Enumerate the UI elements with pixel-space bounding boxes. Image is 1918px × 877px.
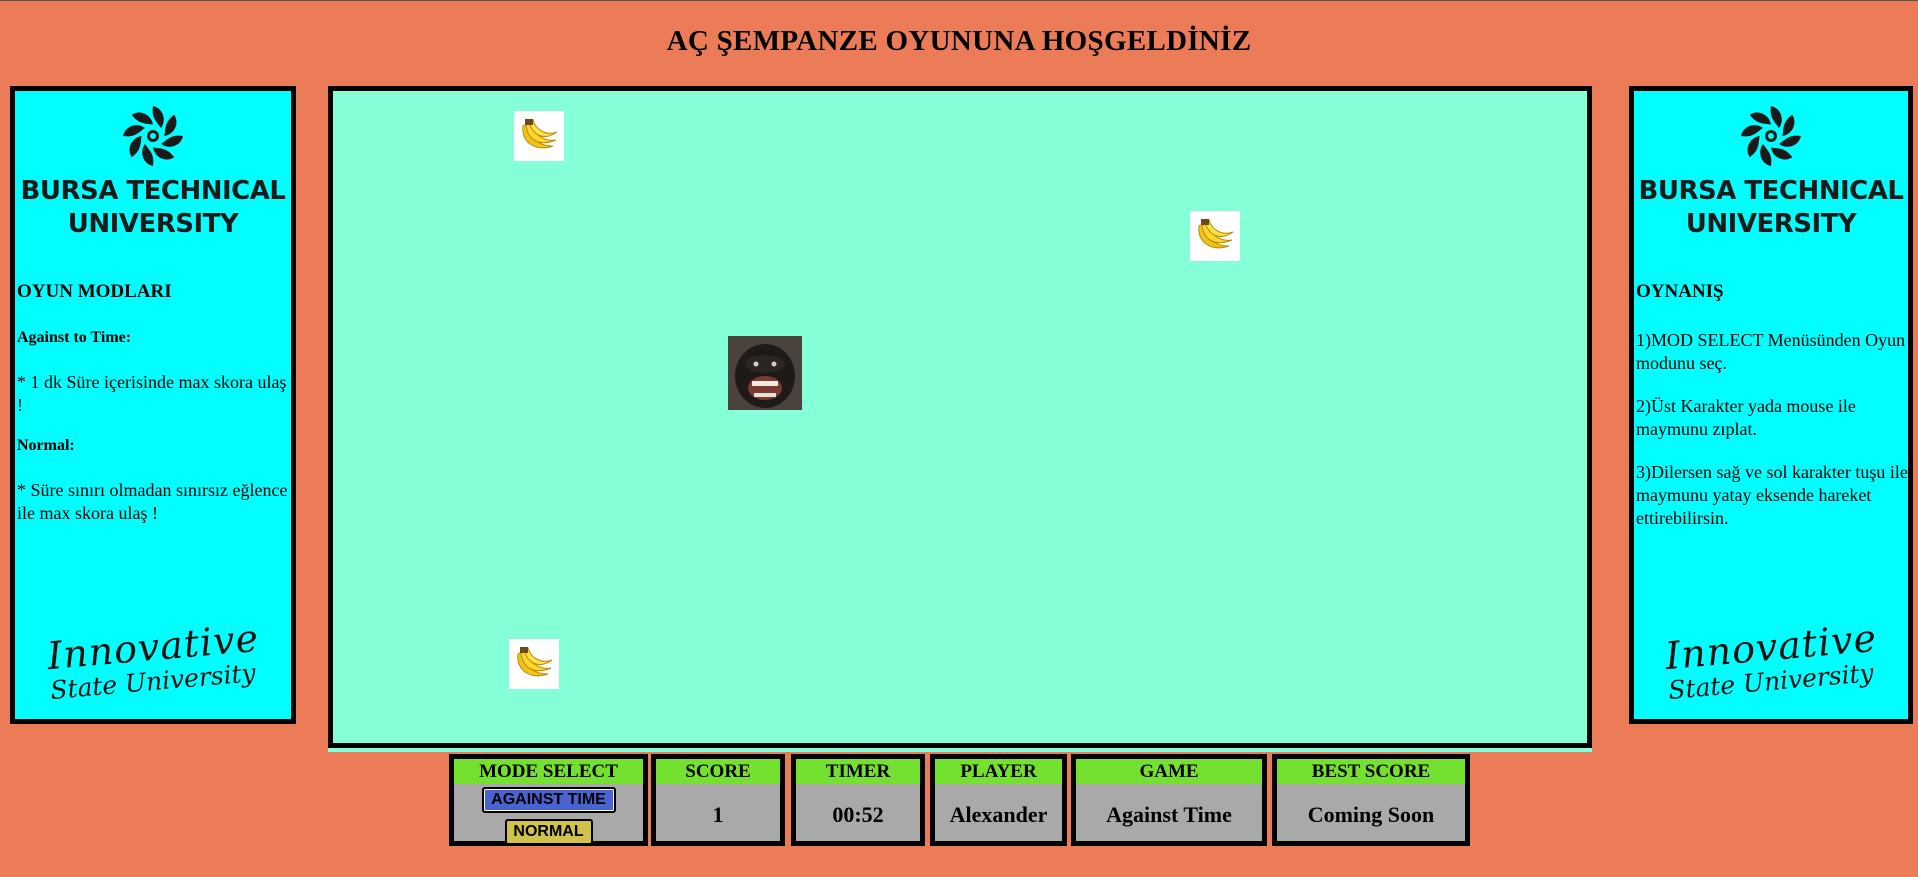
university-name: BURSA TECHNICAL UNIVERSITY (20, 176, 286, 239)
game-modes-info: OYUN MODLARI Against to Time: * 1 dk Sür… (15, 281, 291, 525)
how-to-play-heading: OYNANIŞ (1636, 281, 1724, 302)
banana-icon (509, 639, 559, 689)
modes-heading: OYUN MODLARI (17, 281, 172, 302)
against-time-button[interactable]: AGAINST TIME (481, 787, 616, 813)
university-name: BURSA TECHNICAL UNIVERSITY (1638, 176, 1904, 239)
game-mode-value: Against Time (1106, 802, 1232, 827)
mode-against-time-desc: * 1 dk Süre içerisinde max skora ulaş ! (17, 372, 287, 415)
player-value: Alexander (949, 802, 1048, 827)
chimpanzee-sprite[interactable] (728, 336, 802, 410)
score-value: 1 (712, 802, 724, 827)
mode-normal-title: Normal: (17, 437, 75, 454)
player-box: PLAYER Alexander (930, 754, 1067, 846)
game-mode-label: GAME (1076, 759, 1262, 784)
how-to-play-step-1: 1)MOD SELECT Menüsünden Oyun modunu seç. (1636, 330, 1906, 373)
player-label: PLAYER (935, 759, 1062, 784)
game-canvas[interactable] (328, 86, 1592, 748)
game-floor (328, 748, 1592, 752)
timer-label: TIMER (796, 759, 920, 784)
university-motto: Innovative State University (15, 616, 291, 705)
university-motto: Innovative State University (1634, 616, 1908, 705)
score-label: SCORE (656, 759, 780, 784)
mode-against-time-title: Against to Time: (17, 329, 132, 346)
btu-logo-icon (123, 106, 183, 166)
how-to-play-step-2: 2)Üst Karakter yada mouse ile maymunu zı… (1636, 396, 1856, 439)
banana-icon (1190, 211, 1240, 261)
mode-select-box: MODE SELECT AGAINST TIME NORMAL (449, 754, 648, 846)
page-title: AÇ ŞEMPANZE OYUNUNA HOŞGELDİNİZ (666, 25, 1252, 57)
how-to-play-info: OYNANIŞ 1)MOD SELECT Menüsünden Oyun mod… (1634, 281, 1908, 530)
best-score-box: BEST SCORE Coming Soon (1272, 754, 1470, 846)
banana-icon (514, 111, 564, 161)
right-info-panel: BURSA TECHNICAL UNIVERSITY OYNANIŞ 1)MOD… (1629, 86, 1913, 724)
university-logo (15, 103, 291, 169)
timer-value: 00:52 (832, 802, 884, 827)
timer-box: TIMER 00:52 (791, 754, 925, 846)
university-logo (1634, 103, 1908, 169)
mode-normal-desc: * Süre sınırı olmadan sınırsız eğlence i… (17, 480, 288, 523)
best-score-label: BEST SCORE (1277, 759, 1465, 784)
normal-mode-button[interactable]: NORMAL (504, 819, 593, 845)
score-box: SCORE 1 (651, 754, 785, 846)
mode-select-label: MODE SELECT (454, 759, 643, 784)
best-score-value: Coming Soon (1307, 802, 1435, 827)
left-info-panel: BURSA TECHNICAL UNIVERSITY OYUN MODLARI … (10, 86, 296, 724)
btu-logo-icon (1741, 106, 1801, 166)
how-to-play-step-3: 3)Dilersen sağ ve sol karakter tuşu ile … (1636, 462, 1908, 528)
game-mode-box: GAME Against Time (1071, 754, 1267, 846)
